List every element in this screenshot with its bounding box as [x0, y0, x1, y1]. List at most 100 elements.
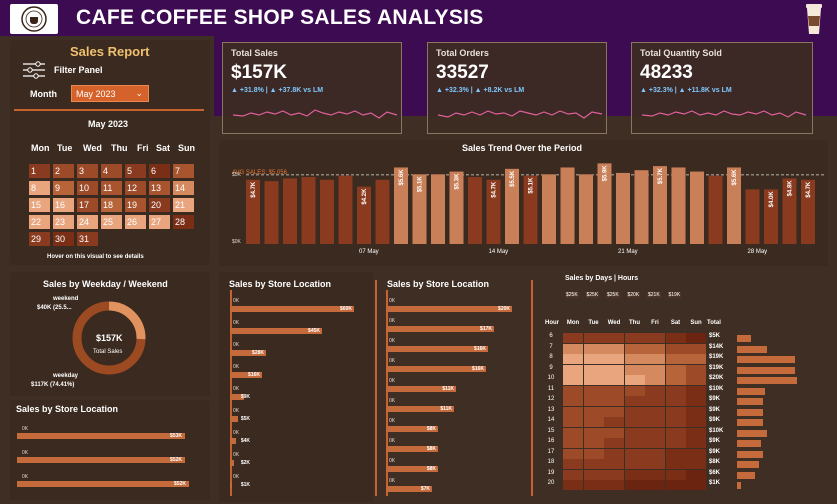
heatmap-cell[interactable] [645, 427, 665, 438]
heatmap-cell[interactable] [686, 438, 706, 448]
calendar-day[interactable]: 8 [29, 181, 50, 195]
calendar-day[interactable]: 12 [125, 181, 146, 195]
heatmap-cell[interactable] [665, 459, 686, 469]
heatmap-cell[interactable] [583, 417, 604, 427]
trend-bar[interactable] [634, 170, 649, 244]
heatmap-cell[interactable] [686, 385, 706, 396]
heatmap-cell[interactable] [604, 343, 624, 354]
heatmap-cell[interactable] [665, 438, 686, 448]
heatmap-cell[interactable] [604, 427, 624, 438]
heatmap-cell[interactable] [604, 417, 624, 427]
heatmap-cell[interactable] [686, 354, 706, 364]
heatmap-cell[interactable] [604, 354, 624, 364]
heatmap-cell[interactable] [624, 385, 645, 396]
calendar-day[interactable]: 29 [29, 232, 50, 246]
calendar-day[interactable]: 7 [173, 164, 194, 178]
trend-bar[interactable] [431, 174, 445, 244]
heatmap-cell[interactable] [665, 427, 686, 438]
heatmap-cell[interactable] [686, 417, 706, 427]
heatmap-cell[interactable] [583, 333, 604, 343]
heatmap-cell[interactable] [686, 427, 706, 438]
heatmap-cell[interactable] [583, 343, 604, 354]
calendar-day[interactable]: 11 [101, 181, 122, 195]
heatmap-cell[interactable] [583, 375, 604, 385]
heatmap-cell[interactable] [563, 375, 583, 385]
calendar-day[interactable]: 14 [173, 181, 194, 195]
heatmap-cell[interactable] [624, 480, 645, 490]
trend-bar[interactable] [560, 167, 575, 244]
heatmap-cell[interactable] [563, 469, 583, 480]
heatmap-cell[interactable] [624, 354, 645, 364]
heatmap-cell[interactable] [583, 469, 604, 480]
heatmap-cell[interactable] [563, 448, 583, 459]
heatmap-cell[interactable] [583, 448, 604, 459]
heatmap-cell[interactable] [583, 354, 604, 364]
heatmap-cell[interactable] [583, 459, 604, 469]
calendar-day[interactable]: 31 [77, 232, 98, 246]
trend-bar[interactable] [375, 179, 390, 244]
month-dropdown[interactable]: May 2023 ⌄ [71, 85, 149, 102]
heatmap-cell[interactable] [583, 427, 604, 438]
trend-bar[interactable] [264, 181, 279, 244]
heatmap-cell[interactable] [624, 396, 645, 406]
calendar-day[interactable]: 9 [53, 181, 74, 195]
calendar-day[interactable]: 20 [149, 198, 170, 212]
heatmap-cell[interactable] [604, 385, 624, 396]
trend-bar[interactable] [338, 175, 353, 244]
calendar-day[interactable]: 10 [77, 181, 98, 195]
heatmap-cell[interactable] [665, 406, 686, 417]
heatmap-cell[interactable] [686, 469, 706, 480]
heatmap-total-bar[interactable] [737, 440, 761, 447]
heatmap-cell[interactable] [604, 469, 624, 480]
calendar-day[interactable]: 13 [149, 181, 170, 195]
heatmap-total-bar[interactable] [737, 335, 751, 342]
calendar-day[interactable]: 27 [149, 215, 170, 229]
calendar-day[interactable]: 6 [149, 164, 170, 178]
heatmap-cell[interactable] [665, 385, 686, 396]
calendar-day[interactable]: 18 [101, 198, 122, 212]
heatmap-total-bar[interactable] [737, 471, 755, 479]
heatmap-cell[interactable] [583, 385, 604, 396]
calendar-day[interactable]: 2 [53, 164, 74, 178]
heatmap-cell[interactable] [563, 417, 583, 427]
heatmap-cell[interactable] [604, 459, 624, 469]
calendar-day[interactable]: 26 [125, 215, 146, 229]
heatmap-total-bar[interactable] [737, 408, 763, 416]
heatmap-total-bar[interactable] [737, 450, 763, 458]
heatmap-total-bar[interactable] [737, 345, 767, 353]
calendar-day[interactable]: 5 [125, 164, 146, 178]
trend-bar[interactable] [708, 175, 723, 244]
heatmap-cell[interactable] [604, 396, 624, 406]
calendar-day[interactable]: 25 [101, 215, 122, 229]
trend-bar[interactable] [542, 174, 556, 244]
heatmap-cell[interactable] [583, 364, 604, 375]
heatmap-cell[interactable] [665, 375, 686, 385]
heatmap-cell[interactable] [686, 448, 706, 459]
heatmap-cell[interactable] [645, 333, 665, 343]
heatmap-cell[interactable] [563, 406, 583, 417]
heatmap-cell[interactable] [563, 396, 583, 406]
heatmap-cell[interactable] [665, 396, 686, 406]
trend-bar[interactable] [579, 174, 593, 244]
trend-bar[interactable] [301, 177, 316, 244]
heatmap-cell[interactable] [624, 438, 645, 448]
heatmap-total-bar[interactable] [737, 398, 763, 405]
calendar-day[interactable]: 22 [29, 215, 50, 229]
heatmap-cell[interactable] [563, 480, 583, 490]
calendar-day[interactable]: 3 [77, 164, 98, 178]
heatmap-cell[interactable] [563, 427, 583, 438]
heatmap-cell[interactable] [686, 396, 706, 406]
heatmap-cell[interactable] [665, 469, 686, 480]
heatmap-cell[interactable] [563, 459, 583, 469]
heatmap-cell[interactable] [645, 396, 665, 406]
calendar-day[interactable]: 4 [101, 164, 122, 178]
calendar-day[interactable]: 19 [125, 198, 146, 212]
heatmap-total-bar[interactable] [737, 419, 763, 426]
heatmap-cell[interactable] [624, 343, 645, 354]
heatmap-cell[interactable] [624, 448, 645, 459]
heatmap-cell[interactable] [645, 385, 665, 396]
heatmap-total-bar[interactable] [737, 429, 767, 437]
sales-trend-chart[interactable]: $4.7K $4.2K $5.6K $5.1K $5.3K $4.7K $5.5K $5.1K… [246, 158, 824, 258]
heatmap-cell[interactable] [686, 459, 706, 469]
heatmap-cell[interactable] [665, 343, 686, 354]
